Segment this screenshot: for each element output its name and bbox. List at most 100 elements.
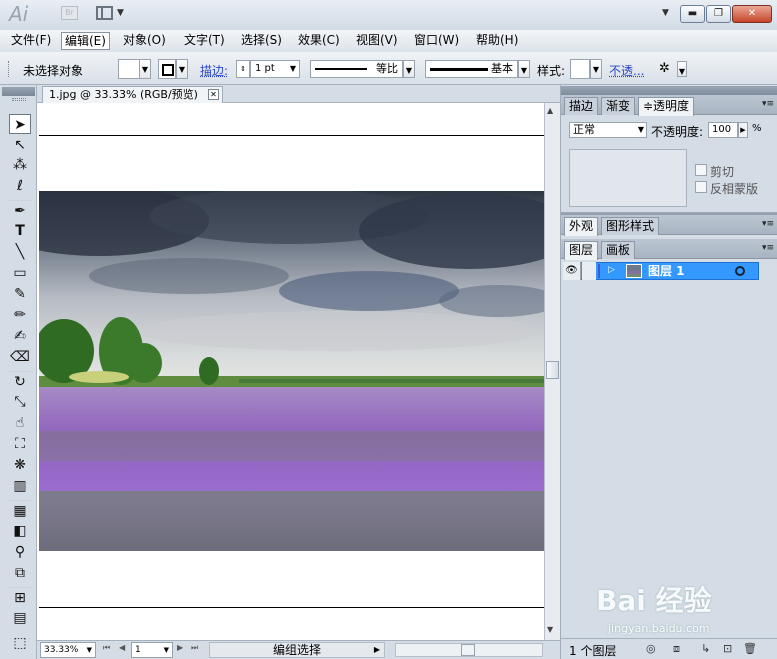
profile-dropdown[interactable]: ▼ [403,60,415,78]
layer-name[interactable]: 图层 1 [648,263,685,279]
brush-dropdown[interactable]: ▼ [518,60,530,78]
stroke-weight-stepper[interactable]: ⇕ [236,60,250,78]
fill-dropdown[interactable]: ▼ [139,59,151,79]
new-layer-icon[interactable]: ⊡ [723,642,732,655]
horizontal-scroll-thumb[interactable] [461,644,475,656]
menu-select[interactable]: 选择(S) [238,32,285,50]
expand-triangle-icon[interactable]: ▷ [608,265,615,275]
menu-view[interactable]: 视图(V) [353,32,401,50]
paintbrush-icon[interactable]: ✎ [9,284,31,304]
menu-help[interactable]: 帮助(H) [473,32,521,50]
layer-row[interactable]: 👁 ▷ 图层 1 [563,262,759,280]
visibility-eye-icon[interactable]: 👁 [563,262,581,280]
symbol-sprayer-icon[interactable]: ❋ [9,455,31,475]
tab-layers[interactable]: 图层 [564,241,599,260]
tab-appearance[interactable]: 外观 [564,217,599,236]
lasso-icon[interactable]: ℓ [9,176,31,196]
stroke-swatch[interactable] [158,59,176,79]
tab-stroke[interactable]: 描边 [564,97,599,115]
lock-toggle[interactable] [582,262,596,280]
workspace-switcher-icon[interactable]: ▼ [662,8,669,18]
blend-mode-select[interactable]: 正常 ▼ [569,122,647,138]
close-icon[interactable]: ✕ [207,89,219,100]
chevron-down-icon[interactable]: ▼ [117,8,124,18]
zoom-field[interactable]: 33.33% ▼ [40,642,96,658]
new-sublayer-icon[interactable]: ↳ [701,642,710,655]
brush-definition[interactable]: 基本 [425,60,518,78]
menu-type[interactable]: 文字(T) [181,32,228,50]
warp-icon[interactable]: ☝ [9,413,31,433]
rectangle-icon[interactable]: ▭ [9,263,31,283]
previous-artboard-icon[interactable]: ◀ [119,643,125,652]
delete-layer-icon[interactable]: 🗑 [743,642,757,655]
graphic-style-swatch[interactable] [570,59,590,79]
rotate-icon[interactable]: ↻ [9,371,31,391]
panel-dock-header[interactable] [561,86,777,95]
scale-icon[interactable]: ⤡ [9,392,31,412]
line-icon[interactable]: ╲ [9,242,31,262]
gradient-icon[interactable]: ◧ [9,521,31,541]
lavender-field-photo[interactable] [39,191,544,551]
menu-edit[interactable]: 编辑(E) [61,32,110,50]
document-tab[interactable]: 1.jpg @ 33.33% (RGB/预览) ✕ [42,86,223,103]
artboard-number-field[interactable]: 1 ▼ [131,642,173,658]
tools-panel-header[interactable] [2,87,35,96]
scroll-up-icon[interactable]: ▲ [547,106,553,115]
opacity-field[interactable]: 100 [708,122,738,138]
status-display[interactable]: 编组选择 ▶ [209,642,385,658]
stroke-weight-field[interactable]: 1 pt ▼ [250,60,300,78]
panel-menu-icon[interactable]: ▾≡ [762,99,774,109]
eraser-icon[interactable]: ⌫ [9,347,31,367]
bridge-button[interactable]: Br [61,6,78,20]
selection-tool-icon[interactable]: ➤ [9,114,31,134]
blend-icon[interactable]: ⧉ [9,563,31,583]
artboard-icon[interactable]: ⬚ [9,633,31,653]
menu-effect[interactable]: 效果(C) [295,32,343,50]
menu-object[interactable]: 对象(O) [120,32,169,50]
mesh-icon[interactable]: ▦ [9,500,31,520]
scroll-down-icon[interactable]: ▼ [547,625,553,634]
tab-graphic-styles[interactable]: 图形样式 [601,217,660,235]
style-dropdown[interactable]: ▼ [590,59,602,79]
artboard-canvas[interactable] [39,103,544,640]
tools-panel-grip[interactable] [12,98,26,101]
vertical-scroll-thumb[interactable] [546,361,559,379]
pencil-icon[interactable]: ✏ [9,305,31,325]
vertical-scrollbar[interactable]: ▲ ▼ [544,103,560,640]
menu-file[interactable]: 文件(F) [8,32,54,50]
minimize-button[interactable]: ▬ [680,5,705,23]
recolor-artwork-icon[interactable]: ✲ [659,61,670,76]
magic-wand-icon[interactable]: ⁂ [9,155,31,175]
last-artboard-icon[interactable]: ⏭ [191,643,198,653]
control-bar-grip[interactable] [8,61,12,77]
tab-gradient[interactable]: 渐变 [601,97,636,115]
layer-target-icon[interactable] [735,266,745,276]
opacity-link[interactable]: 不透... [609,62,644,79]
menu-window[interactable]: 窗口(W) [411,32,462,50]
appearance-menu-icon[interactable]: ▾≡ [762,219,774,229]
free-transform-icon[interactable]: ⛶ [9,434,31,454]
clip-checkbox[interactable] [695,164,707,176]
blob-brush-icon[interactable]: ✍ [9,326,31,346]
invert-mask-checkbox[interactable] [695,181,707,193]
column-graph-2-icon[interactable]: ▤ [9,608,31,628]
arrange-documents-icon[interactable] [96,6,113,20]
tab-transparency[interactable]: ≑透明度 [638,97,695,116]
stroke-dropdown[interactable]: ▼ [176,59,188,79]
close-button[interactable]: ✕ [732,5,772,23]
direct-selection-icon[interactable]: ↖ [9,135,31,155]
layers-menu-icon[interactable]: ▾≡ [762,243,774,253]
eyedropper-icon[interactable]: ⚲ [9,542,31,562]
tab-artboards[interactable]: 画板 [601,241,636,259]
make-clipping-mask-icon[interactable]: ⧈ [673,642,680,656]
recolor-dropdown[interactable]: ▼ [677,61,687,77]
type-icon[interactable]: T [9,221,31,241]
opacity-slider-button[interactable]: ▶ [738,122,748,138]
next-artboard-icon[interactable]: ▶ [177,643,183,652]
variable-width-profile[interactable]: 等比 [310,60,403,78]
locate-object-icon[interactable]: ◎ [646,642,656,655]
pen-icon[interactable]: ✒ [9,200,31,220]
column-graph-icon[interactable]: ▥ [9,476,31,496]
first-artboard-icon[interactable]: ⏮ [103,643,110,653]
slice-icon[interactable]: ⊞ [9,587,31,607]
